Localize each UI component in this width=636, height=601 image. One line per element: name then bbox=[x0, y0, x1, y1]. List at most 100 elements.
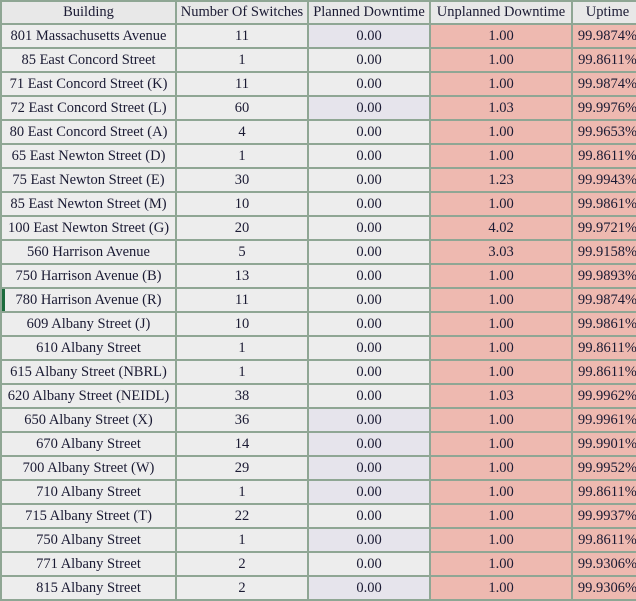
cell-planned-downtime: 0.00 bbox=[309, 193, 429, 215]
cell-unplanned-downtime: 1.00 bbox=[431, 337, 571, 359]
table-row[interactable]: 620 Albany Street (NEIDL) 38 0.00 1.03 99.99… bbox=[2, 385, 636, 407]
table-row[interactable]: 609 Albany Street (J) 10 0.00 1.00 99.9861% bbox=[2, 313, 636, 335]
cell-building: 750 Harrison Avenue (B) bbox=[2, 265, 175, 287]
cell-planned-downtime: 0.00 bbox=[309, 337, 429, 359]
cell-planned-downtime: 0.00 bbox=[309, 145, 429, 167]
cell-unplanned-downtime: 1.23 bbox=[431, 169, 571, 191]
table-row[interactable]: 71 East Concord Street (K) 11 0.00 1.00 99.9… bbox=[2, 73, 636, 95]
cell-uptime: 99.9306% bbox=[573, 577, 636, 599]
table-row[interactable]: 780 Harrison Avenue (R) 11 0.00 1.00 99.9874… bbox=[2, 289, 636, 311]
cell-number-of-switches: 29 bbox=[177, 457, 307, 479]
cell-unplanned-downtime: 1.03 bbox=[431, 97, 571, 119]
column-header-uptime[interactable]: Uptime bbox=[573, 2, 636, 23]
cell-building: 615 Albany Street (NBRL) bbox=[2, 361, 175, 383]
cell-building: 780 Harrison Avenue (R) bbox=[2, 289, 175, 311]
table-row[interactable]: 560 Harrison Avenue 5 0.00 3.03 99.9158% bbox=[2, 241, 636, 263]
cell-building: 620 Albany Street (NEIDL) bbox=[2, 385, 175, 407]
cell-unplanned-downtime: 1.00 bbox=[431, 49, 571, 71]
cell-planned-downtime: 0.00 bbox=[309, 169, 429, 191]
table-row[interactable]: 771 Albany Street 2 0.00 1.00 99.9306% bbox=[2, 553, 636, 575]
cell-unplanned-downtime: 1.00 bbox=[431, 361, 571, 383]
cell-uptime: 99.9962% bbox=[573, 385, 636, 407]
table-row[interactable]: 615 Albany Street (NBRL) 1 0.00 1.00 99.8611… bbox=[2, 361, 636, 383]
cell-number-of-switches: 11 bbox=[177, 73, 307, 95]
table-row[interactable]: 85 East Newton Street (M) 10 0.00 1.00 99.98… bbox=[2, 193, 636, 215]
table-row[interactable]: 750 Harrison Avenue (B) 13 0.00 1.00 99.9893… bbox=[2, 265, 636, 287]
cell-planned-downtime: 0.00 bbox=[309, 529, 429, 551]
column-header-number-of-switches[interactable]: Number Of Switches bbox=[177, 2, 307, 23]
cell-building: 72 East Concord Street (L) bbox=[2, 97, 175, 119]
cell-uptime: 99.9952% bbox=[573, 457, 636, 479]
cell-number-of-switches: 60 bbox=[177, 97, 307, 119]
table-row[interactable]: 75 East Newton Street (E) 30 0.00 1.23 99.99… bbox=[2, 169, 636, 191]
cell-number-of-switches: 1 bbox=[177, 529, 307, 551]
cell-uptime: 99.8611% bbox=[573, 337, 636, 359]
table-row[interactable]: 65 East Newton Street (D) 1 0.00 1.00 99.861… bbox=[2, 145, 636, 167]
cell-planned-downtime: 0.00 bbox=[309, 361, 429, 383]
cell-unplanned-downtime: 1.00 bbox=[431, 145, 571, 167]
table-row[interactable]: 72 East Concord Street (L) 60 0.00 1.03 99.9… bbox=[2, 97, 636, 119]
cell-unplanned-downtime: 1.00 bbox=[431, 121, 571, 143]
table-row[interactable]: 80 East Concord Street (A) 4 0.00 1.00 99.96… bbox=[2, 121, 636, 143]
cell-uptime: 99.8611% bbox=[573, 529, 636, 551]
cell-building: 609 Albany Street (J) bbox=[2, 313, 175, 335]
cell-planned-downtime: 0.00 bbox=[309, 97, 429, 119]
cell-unplanned-downtime: 1.00 bbox=[431, 25, 571, 47]
cell-unplanned-downtime: 1.00 bbox=[431, 433, 571, 455]
cell-uptime: 99.9893% bbox=[573, 265, 636, 287]
table-row[interactable]: 650 Albany Street (X) 36 0.00 1.00 99.9961% bbox=[2, 409, 636, 431]
cell-uptime: 99.9976% bbox=[573, 97, 636, 119]
table-row[interactable]: 710 Albany Street 1 0.00 1.00 99.8611% bbox=[2, 481, 636, 503]
column-header-unplanned-downtime[interactable]: Unplanned Downtime bbox=[431, 2, 571, 23]
column-header-building[interactable]: Building bbox=[2, 2, 175, 23]
cell-number-of-switches: 22 bbox=[177, 505, 307, 527]
cell-number-of-switches: 5 bbox=[177, 241, 307, 263]
cell-uptime: 99.9874% bbox=[573, 289, 636, 311]
cell-unplanned-downtime: 4.02 bbox=[431, 217, 571, 239]
cell-planned-downtime: 0.00 bbox=[309, 121, 429, 143]
cell-planned-downtime: 0.00 bbox=[309, 313, 429, 335]
cell-planned-downtime: 0.00 bbox=[309, 481, 429, 503]
cell-unplanned-downtime: 1.00 bbox=[431, 409, 571, 431]
table-row[interactable]: 700 Albany Street (W) 29 0.00 1.00 99.9952% bbox=[2, 457, 636, 479]
cell-building: 710 Albany Street bbox=[2, 481, 175, 503]
cell-uptime: 99.9861% bbox=[573, 313, 636, 335]
cell-planned-downtime: 0.00 bbox=[309, 505, 429, 527]
table-row[interactable]: 750 Albany Street 1 0.00 1.00 99.8611% bbox=[2, 529, 636, 551]
table-row[interactable]: 715 Albany Street (T) 22 0.00 1.00 99.9937% bbox=[2, 505, 636, 527]
building-uptime-table: Building Number Of Switches Planned Down… bbox=[0, 0, 636, 601]
cell-number-of-switches: 1 bbox=[177, 337, 307, 359]
cell-uptime: 99.9861% bbox=[573, 193, 636, 215]
cell-unplanned-downtime: 1.00 bbox=[431, 481, 571, 503]
cell-unplanned-downtime: 1.00 bbox=[431, 553, 571, 575]
cell-number-of-switches: 11 bbox=[177, 25, 307, 47]
cell-planned-downtime: 0.00 bbox=[309, 553, 429, 575]
cell-unplanned-downtime: 1.00 bbox=[431, 529, 571, 551]
cell-unplanned-downtime: 1.00 bbox=[431, 73, 571, 95]
cell-number-of-switches: 1 bbox=[177, 481, 307, 503]
cell-building: 100 East Newton Street (G) bbox=[2, 217, 175, 239]
cell-number-of-switches: 4 bbox=[177, 121, 307, 143]
cell-building: 560 Harrison Avenue bbox=[2, 241, 175, 263]
cell-uptime: 99.9943% bbox=[573, 169, 636, 191]
cell-building: 815 Albany Street bbox=[2, 577, 175, 599]
cell-number-of-switches: 10 bbox=[177, 313, 307, 335]
cell-number-of-switches: 13 bbox=[177, 265, 307, 287]
cell-uptime: 99.9306% bbox=[573, 553, 636, 575]
cell-building: 71 East Concord Street (K) bbox=[2, 73, 175, 95]
table-row[interactable]: 100 East Newton Street (G) 20 0.00 4.02 99.9… bbox=[2, 217, 636, 239]
cell-planned-downtime: 0.00 bbox=[309, 433, 429, 455]
table-row[interactable]: 85 East Concord Street 1 0.00 1.00 99.8611% bbox=[2, 49, 636, 71]
cell-planned-downtime: 0.00 bbox=[309, 25, 429, 47]
cell-uptime: 99.9653% bbox=[573, 121, 636, 143]
cell-planned-downtime: 0.00 bbox=[309, 289, 429, 311]
cell-number-of-switches: 1 bbox=[177, 361, 307, 383]
cell-building: 801 Massachusetts Avenue bbox=[2, 25, 175, 47]
column-header-planned-downtime[interactable]: Planned Downtime bbox=[309, 2, 429, 23]
table-row[interactable]: 815 Albany Street 2 0.00 1.00 99.9306% bbox=[2, 577, 636, 599]
table-row[interactable]: 801 Massachusetts Avenue 11 0.00 1.00 99.987… bbox=[2, 25, 636, 47]
cell-number-of-switches: 10 bbox=[177, 193, 307, 215]
table-row[interactable]: 610 Albany Street 1 0.00 1.00 99.8611% bbox=[2, 337, 636, 359]
table-row[interactable]: 670 Albany Street 14 0.00 1.00 99.9901% bbox=[2, 433, 636, 455]
cell-building: 771 Albany Street bbox=[2, 553, 175, 575]
